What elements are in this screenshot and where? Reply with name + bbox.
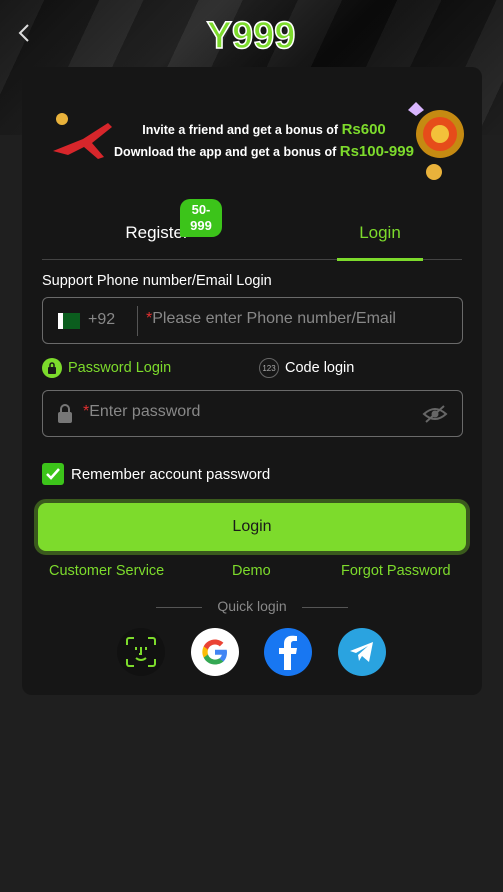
- divider-line: [302, 607, 348, 608]
- promo-line2: Download the app and get a bonus of: [114, 145, 340, 159]
- phone-email-input[interactable]: *Please enter Phone number/Email: [146, 310, 446, 328]
- forgot-password-link[interactable]: Forgot Password: [341, 563, 451, 579]
- remember-password-checkbox[interactable]: Remember account password: [42, 463, 270, 485]
- svg-text:Y999: Y999: [207, 15, 296, 57]
- customer-service-link[interactable]: Customer Service: [49, 563, 164, 579]
- eye-off-icon[interactable]: [422, 404, 448, 424]
- google-icon: [202, 639, 227, 665]
- plane-icon: [53, 113, 112, 159]
- support-login-label: Support Phone number/Email Login: [42, 273, 272, 289]
- tab-register[interactable]: Register 50-999: [92, 199, 222, 260]
- tab-login-label: Login: [359, 223, 401, 242]
- facebook-icon: [279, 635, 297, 670]
- brand-logo: Y999: [196, 10, 306, 60]
- password-input[interactable]: *Enter password: [83, 403, 200, 421]
- country-code[interactable]: +92: [88, 311, 115, 329]
- chevron-left-icon: [18, 24, 29, 42]
- field-divider: [137, 306, 138, 336]
- code-login-option[interactable]: 123 Code login: [259, 357, 354, 379]
- telegram-icon: [350, 642, 373, 662]
- login-card: Invite a friend and get a bonus of Rs600…: [22, 67, 482, 695]
- back-button[interactable]: [12, 20, 36, 46]
- auth-tabs: Register 50-999 Login: [42, 199, 462, 261]
- tab-login[interactable]: Login: [315, 212, 445, 261]
- password-field[interactable]: *Enter password: [42, 390, 463, 437]
- telegram-login-button[interactable]: [338, 628, 386, 676]
- lock-icon: [58, 404, 72, 423]
- promo-line1-amount: Rs600: [341, 121, 386, 138]
- password-placeholder: Enter password: [89, 403, 201, 420]
- promo-text: Invite a friend and get a bonus of Rs600…: [114, 119, 414, 163]
- promo-line1: Invite a friend and get a bonus of: [142, 123, 342, 137]
- face-id-icon: [126, 637, 156, 667]
- login-button[interactable]: Login: [38, 503, 466, 551]
- google-login-button[interactable]: [191, 628, 239, 676]
- header: Y999: [0, 0, 503, 66]
- password-login-label: Password Login: [68, 360, 172, 376]
- register-bonus-badge: 50-999: [180, 199, 222, 237]
- remember-password-label: Remember account password: [71, 465, 271, 483]
- lock-badge-icon: [42, 358, 62, 378]
- numeric-code-icon: 123: [259, 358, 279, 378]
- promo-banner: Invite a friend and get a bonus of Rs600…: [42, 91, 464, 201]
- facebook-login-button[interactable]: [264, 628, 312, 676]
- password-login-option[interactable]: Password Login: [42, 357, 171, 379]
- phone-email-placeholder: Please enter Phone number/Email: [152, 310, 396, 327]
- demo-link[interactable]: Demo: [232, 563, 271, 579]
- quick-login-title: Quick login: [217, 598, 287, 614]
- checkbox-checked-icon: [42, 463, 64, 485]
- face-id-login-button[interactable]: [117, 628, 165, 676]
- coin-stack-icon: [408, 102, 464, 180]
- phone-email-field[interactable]: +92 *Please enter Phone number/Email: [42, 297, 463, 344]
- active-tab-indicator: [337, 258, 423, 261]
- code-login-label: Code login: [285, 360, 355, 376]
- pakistan-flag-icon: [58, 313, 80, 329]
